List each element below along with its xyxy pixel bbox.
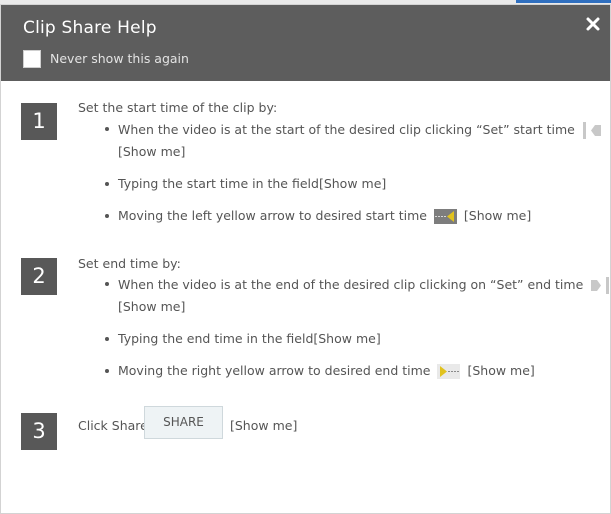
step-1-heading: Set the start time of the clip by: (78, 100, 278, 115)
bullet-dot (105, 369, 109, 373)
bullet-dot (105, 282, 109, 286)
left-yellow-arrow-icon (433, 209, 457, 224)
step-1-bullet-3-show-me[interactable]: [Show me] (464, 208, 531, 223)
step-2-bullet-3-show-me[interactable]: [Show me] (467, 363, 534, 378)
step-1-bullet-2-text: Typing the start time in the field (118, 176, 319, 191)
right-yellow-arrow-icon (437, 364, 461, 379)
step-1-bullet-3-text: Moving the left yellow arrow to desired … (118, 208, 427, 223)
step-2-heading: Set end time by: (78, 256, 181, 271)
share-button[interactable]: SHARE (144, 406, 223, 439)
bullet-dot (105, 214, 109, 218)
step-3-heading: Click Share (78, 418, 148, 433)
step-2-bullet-2-show-me[interactable]: [Show me] (313, 331, 380, 346)
dialog-header: Clip Share Help Never show this again (1, 5, 610, 81)
step-1-bullet-1-show-me[interactable]: [Show me] (118, 144, 185, 159)
step-1-bullet-1-text: When the video is at the start of the de… (118, 122, 575, 137)
step-3-badge: 3 (21, 413, 57, 450)
set-start-icon (582, 122, 601, 139)
set-end-icon (591, 277, 610, 294)
bullet-dot (105, 127, 109, 131)
step-2-badge: 2 (21, 258, 57, 295)
dialog-title: Clip Share Help (23, 18, 157, 38)
step-3-show-me[interactable]: [Show me] (230, 418, 297, 433)
close-icon[interactable] (585, 16, 601, 32)
bullet-dot (105, 182, 109, 186)
never-show-label[interactable]: Never show this again (50, 51, 189, 66)
step-2-bullet-1-text: When the video is at the end of the desi… (118, 277, 584, 292)
step-2-bullet-2-text: Typing the end time in the field (118, 331, 314, 346)
bullet-dot (105, 337, 109, 341)
never-show-checkbox[interactable] (23, 50, 41, 68)
step-1-bullet-2-show-me[interactable]: [Show me] (319, 176, 386, 191)
step-2-bullet-1-show-me[interactable]: [Show me] (118, 299, 185, 314)
step-1-badge: 1 (21, 103, 57, 140)
top-accent-bar (516, 0, 611, 3)
step-2-bullet-3-text: Moving the right yellow arrow to desired… (118, 363, 431, 378)
